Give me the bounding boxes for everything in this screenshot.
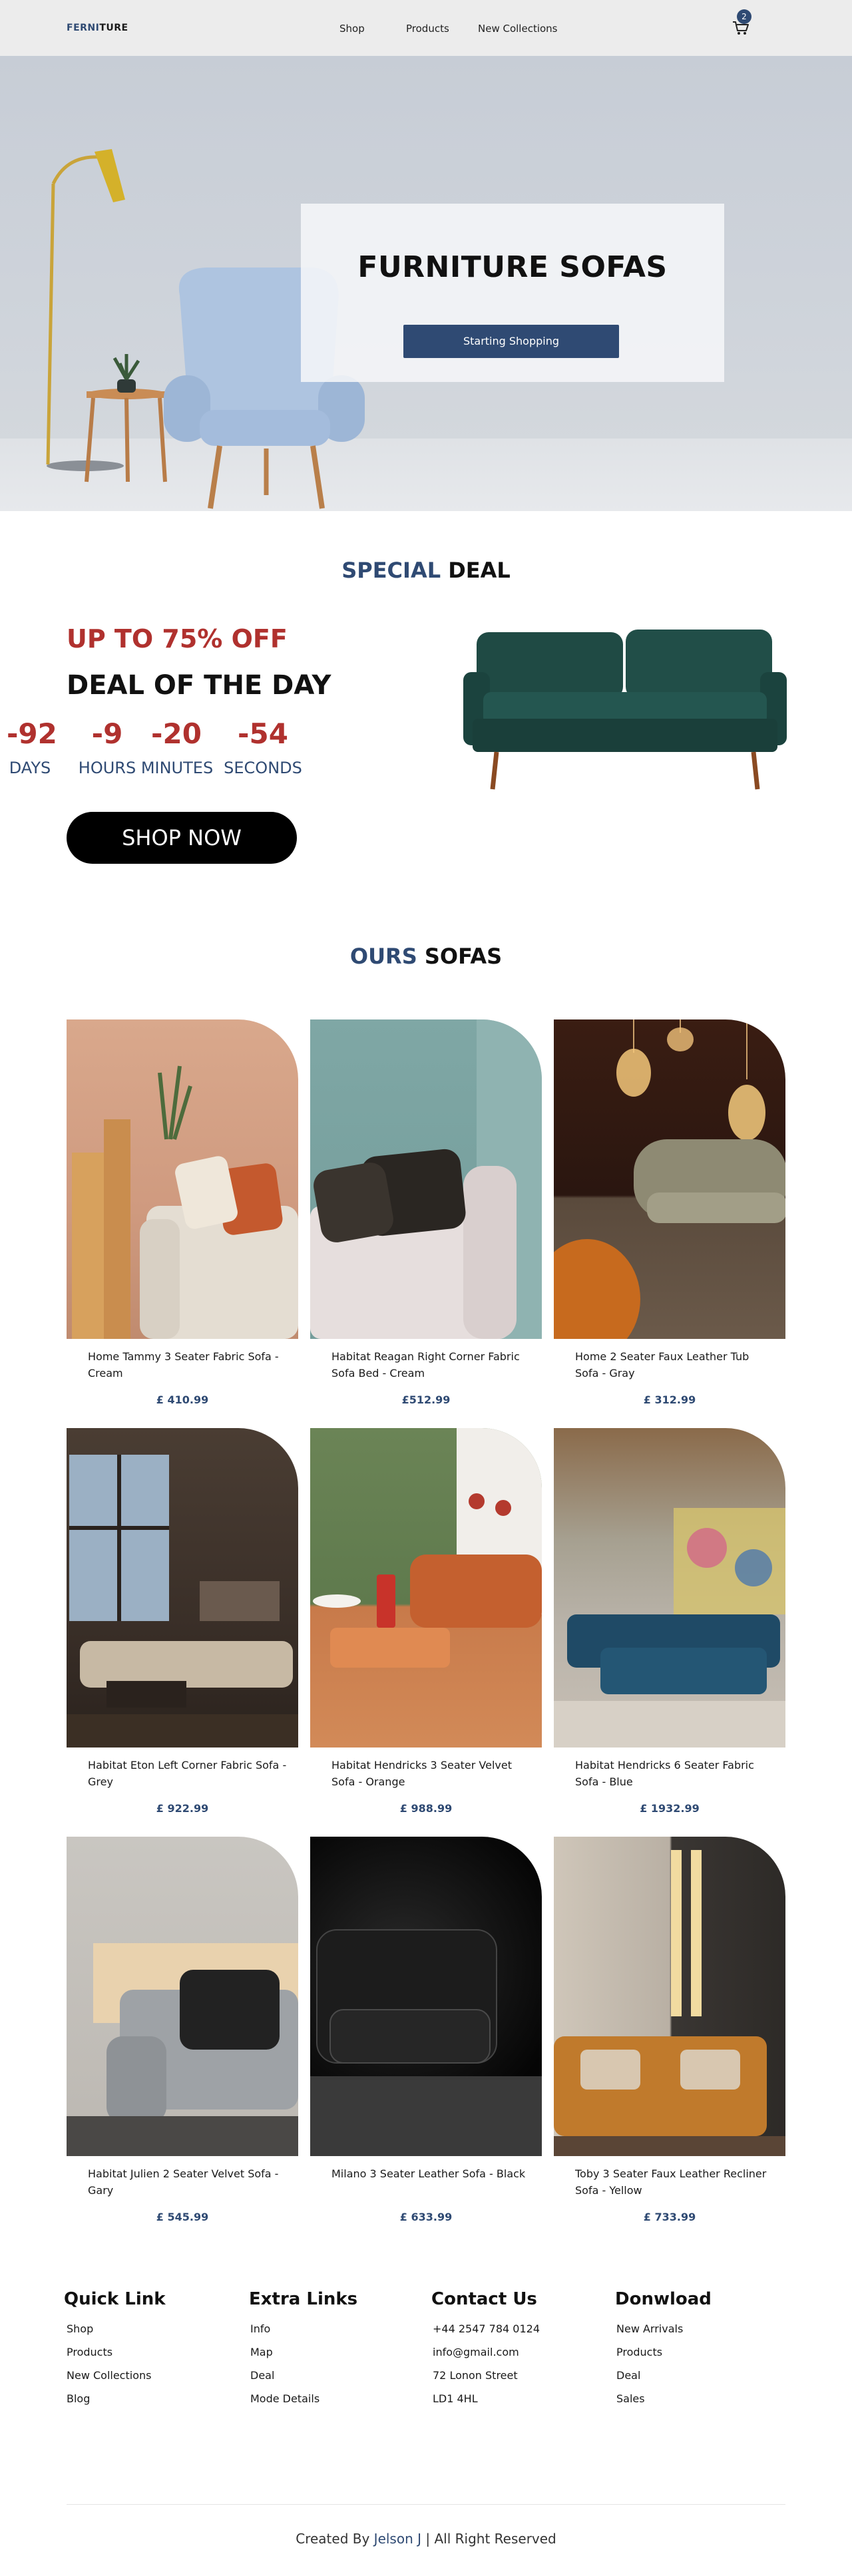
- footer-heading-quick-link: Quick Link: [64, 2289, 166, 2309]
- product-card[interactable]: Home Tammy 3 Seater Fabric Sofa - Cream …: [67, 1019, 298, 1419]
- our-sofas-title-blue: OURS: [349, 944, 417, 969]
- product-name[interactable]: Home Tammy 3 Seater Fabric Sofa - Cream: [88, 1348, 288, 1381]
- logo[interactable]: FERNITURE: [67, 23, 128, 33]
- credit-prefix: Created By: [296, 2531, 374, 2547]
- product-price: £ 733.99: [643, 2211, 696, 2223]
- footer-link[interactable]: Sales: [616, 2392, 645, 2405]
- footer-link[interactable]: Deal: [616, 2369, 640, 2382]
- product-image[interactable]: [554, 1837, 785, 2156]
- credit-author-link[interactable]: Jelson J: [374, 2531, 421, 2547]
- site-header: FERNITURE Shop Products New Collections …: [0, 0, 852, 56]
- special-deal-title-black: DEAL: [441, 558, 511, 583]
- deal-subtitle: DEAL OF THE DAY: [67, 670, 331, 701]
- countdown-minutes-label: MINUTES: [140, 759, 214, 777]
- product-name[interactable]: Toby 3 Seater Faux Leather Recliner Sofa…: [575, 2165, 775, 2199]
- footer-heading-contact-us: Contact Us: [431, 2289, 537, 2309]
- countdown-hours-label: HOURS: [78, 759, 136, 777]
- product-image[interactable]: [67, 1837, 298, 2156]
- nav-new-collections[interactable]: New Collections: [478, 23, 558, 35]
- footer-link[interactable]: Info: [250, 2322, 270, 2335]
- product-name[interactable]: Habitat Reagan Right Corner Fabric Sofa …: [331, 1348, 531, 1381]
- product-price: £ 633.99: [399, 2211, 453, 2223]
- our-sofas-title-black: SOFAS: [417, 944, 503, 969]
- footer-credit: Created By Jelson J | All Right Reserved: [0, 2531, 852, 2547]
- product-image[interactable]: [310, 1428, 542, 1748]
- footer-link[interactable]: Shop: [67, 2322, 93, 2335]
- product-name[interactable]: Habitat Julien 2 Seater Velvet Sofa - Ga…: [88, 2165, 288, 2199]
- footer-link[interactable]: Products: [616, 2346, 662, 2358]
- footer-link[interactable]: Map: [250, 2346, 273, 2358]
- contact-email[interactable]: info@gmail.com: [433, 2346, 519, 2358]
- footer-link[interactable]: Deal: [250, 2369, 274, 2382]
- footer-link[interactable]: Mode Details: [250, 2392, 320, 2405]
- deal-sofa-image: [463, 630, 787, 790]
- product-name[interactable]: Habitat Hendricks 6 Seater Fabric Sofa -…: [575, 1757, 775, 1790]
- product-card[interactable]: Habitat Hendricks 6 Seater Fabric Sofa -…: [554, 1428, 785, 1827]
- contact-phone: +44 2547 784 0124: [433, 2322, 540, 2335]
- product-price: £ 922.99: [156, 1802, 209, 1815]
- nav-products[interactable]: Products: [406, 23, 449, 35]
- credit-suffix: | All Right Reserved: [421, 2531, 556, 2547]
- product-card[interactable]: Habitat Eton Left Corner Fabric Sofa - G…: [67, 1428, 298, 1827]
- product-card[interactable]: Milano 3 Seater Leather Sofa - Black £ 6…: [310, 1837, 542, 2236]
- product-card[interactable]: Habitat Reagan Right Corner Fabric Sofa …: [310, 1019, 542, 1419]
- countdown-hours-value: -9: [91, 717, 123, 750]
- product-name[interactable]: Home 2 Seater Faux Leather Tub Sofa - Gr…: [575, 1348, 775, 1381]
- product-image[interactable]: [67, 1428, 298, 1748]
- product-name[interactable]: Milano 3 Seater Leather Sofa - Black: [331, 2165, 531, 2182]
- deal-discount: UP TO 75% OFF: [67, 624, 288, 653]
- contact-postcode: LD1 4HL: [433, 2392, 478, 2405]
- product-card[interactable]: Habitat Julien 2 Seater Velvet Sofa - Ga…: [67, 1837, 298, 2236]
- product-name[interactable]: Habitat Eton Left Corner Fabric Sofa - G…: [88, 1757, 288, 1790]
- product-price: £ 988.99: [399, 1802, 453, 1815]
- countdown-days-label: DAYS: [9, 759, 51, 777]
- cart-count-badge: 2: [737, 9, 751, 24]
- product-card[interactable]: Home 2 Seater Faux Leather Tub Sofa - Gr…: [554, 1019, 785, 1419]
- product-image[interactable]: [554, 1019, 785, 1339]
- logo-part-1: FERNI: [67, 23, 100, 33]
- footer-link[interactable]: Blog: [67, 2392, 90, 2405]
- hero-card: FURNITURE SOFAS Starting Shopping: [301, 204, 724, 382]
- product-image[interactable]: [67, 1019, 298, 1339]
- our-sofas-title: OURS SOFAS: [0, 944, 852, 969]
- footer-heading-download: Donwload: [615, 2289, 712, 2309]
- hero-title: FURNITURE SOFAS: [357, 250, 668, 284]
- hero-banner: FURNITURE SOFAS Starting Shopping: [0, 56, 852, 511]
- countdown-seconds-label: SECONDS: [224, 759, 302, 777]
- logo-part-2: TURE: [99, 23, 128, 33]
- product-image[interactable]: [310, 1837, 542, 2156]
- footer-link[interactable]: Products: [67, 2346, 112, 2358]
- product-price: £512.99: [401, 1393, 451, 1406]
- shop-now-button[interactable]: SHOP NOW: [67, 812, 297, 864]
- product-price: £ 410.99: [156, 1393, 209, 1406]
- countdown-seconds-value: -54: [238, 717, 288, 750]
- countdown-days-value: -92: [7, 717, 57, 750]
- footer-divider: [67, 2504, 785, 2505]
- countdown-minutes-value: -20: [151, 717, 202, 750]
- product-image[interactable]: [310, 1019, 542, 1339]
- contact-street: 72 Lonon Street: [433, 2369, 518, 2382]
- special-deal-title: SPECIAL DEAL: [0, 558, 852, 583]
- product-price: £ 312.99: [643, 1393, 696, 1406]
- product-price: £ 1932.99: [640, 1802, 700, 1815]
- product-card[interactable]: Habitat Hendricks 3 Seater Velvet Sofa -…: [310, 1428, 542, 1827]
- footer-heading-extra-links: Extra Links: [249, 2289, 358, 2309]
- footer-link[interactable]: New Arrivals: [616, 2322, 683, 2335]
- nav-shop[interactable]: Shop: [339, 23, 365, 35]
- footer-link[interactable]: New Collections: [67, 2369, 151, 2382]
- start-shopping-button[interactable]: Starting Shopping: [403, 325, 619, 358]
- product-price: £ 545.99: [156, 2211, 209, 2223]
- product-image[interactable]: [554, 1428, 785, 1748]
- special-deal-title-blue: SPECIAL: [341, 558, 441, 583]
- product-name[interactable]: Habitat Hendricks 3 Seater Velvet Sofa -…: [331, 1757, 531, 1790]
- product-card[interactable]: Toby 3 Seater Faux Leather Recliner Sofa…: [554, 1837, 785, 2236]
